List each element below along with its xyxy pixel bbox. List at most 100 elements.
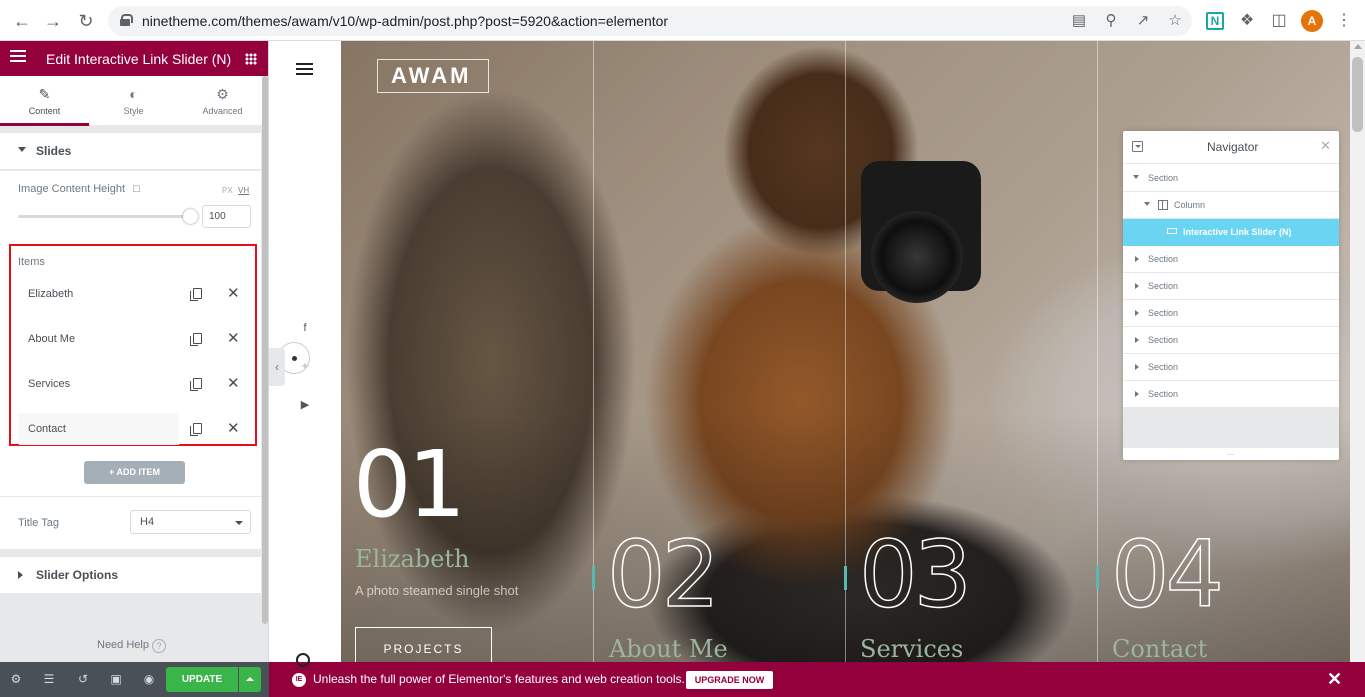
caret-right-icon[interactable] — [1135, 364, 1139, 370]
repeater-item[interactable]: Elizabeth ✕ — [19, 278, 249, 310]
bookmark-star-icon[interactable]: ☆ — [1166, 12, 1184, 30]
close-icon[interactable]: ✕ — [1327, 669, 1342, 690]
menu-icon[interactable]: ⋮ — [1333, 10, 1355, 32]
upgrade-now-button[interactable]: UPGRADE NOW — [686, 671, 773, 689]
slider-options-toggle[interactable]: Slider Options — [0, 557, 261, 593]
back-icon[interactable]: ← — [11, 10, 33, 32]
caret-right-icon[interactable] — [1135, 256, 1139, 262]
repeater-item-title[interactable]: Elizabeth — [28, 288, 73, 300]
unit-vh[interactable]: VH — [238, 186, 249, 195]
navigator-item-label: Section — [1148, 254, 1179, 264]
zoom-icon[interactable]: ⚲ — [1102, 12, 1120, 30]
navigator-item-section[interactable]: Section — [1123, 327, 1339, 354]
navigator-item-section[interactable]: Section — [1123, 246, 1339, 273]
navigator-item-column[interactable]: Column — [1123, 192, 1339, 219]
panel-scroll-thumb[interactable] — [262, 76, 268, 624]
caret-right-icon[interactable] — [1135, 391, 1139, 397]
caret-down-icon[interactable] — [1144, 202, 1150, 206]
panel-scrollbar[interactable] — [262, 76, 268, 662]
update-button[interactable]: UPDATE — [166, 667, 238, 692]
navigator-item-section[interactable]: Section — [1123, 300, 1339, 327]
projects-button[interactable]: PROJECTS — [355, 627, 492, 662]
url-text[interactable]: ninetheme.com/themes/awam/v10/wp-admin/p… — [142, 13, 668, 29]
sidepanel-icon[interactable]: ◫ — [1268, 10, 1290, 32]
history-icon[interactable]: ↺ — [75, 671, 91, 687]
hamburger-icon[interactable] — [10, 55, 26, 57]
remove-icon[interactable]: ✕ — [227, 374, 240, 392]
caret-right-icon[interactable] — [1135, 283, 1139, 289]
repeater-item[interactable]: Services ✕ — [19, 368, 249, 400]
duplicate-icon[interactable] — [190, 333, 202, 346]
remove-icon[interactable]: ✕ — [227, 419, 240, 437]
site-logo[interactable]: AWAM — [391, 63, 471, 89]
remove-icon[interactable]: ✕ — [227, 329, 240, 347]
widgets-grid-icon[interactable] — [245, 53, 257, 65]
close-icon[interactable]: ✕ — [1320, 138, 1331, 154]
extensions-icon[interactable]: ❖ — [1236, 10, 1258, 32]
caret-down-icon — [18, 147, 26, 152]
layers-icon[interactable]: ☰ — [41, 671, 57, 687]
unit-px[interactable]: PX — [222, 186, 233, 195]
navigator-header[interactable]: Navigator ✕ — [1123, 131, 1339, 164]
preview-eye-icon[interactable]: ◉ — [141, 671, 157, 687]
facebook-icon[interactable]: f — [299, 322, 311, 334]
duplicate-icon[interactable] — [190, 423, 202, 436]
reload-icon[interactable]: ↻ — [75, 10, 97, 32]
youtube-icon[interactable]: ▶ — [299, 398, 311, 411]
navigator-item-section[interactable]: Section — [1123, 381, 1339, 408]
profile-avatar[interactable]: A — [1301, 10, 1323, 32]
tab-advanced[interactable]: ⚙ Advanced — [178, 76, 267, 126]
lock-icon[interactable] — [120, 14, 133, 26]
need-help-link[interactable]: Need Help — [97, 639, 149, 651]
settings-icon[interactable]: ⚙ — [8, 671, 24, 687]
duplicate-icon[interactable] — [190, 288, 202, 301]
navigator-item-section[interactable]: Section — [1123, 273, 1339, 300]
responsive-icon[interactable]: ▣ — [108, 671, 124, 687]
image-height-label: Image Content Height — [18, 183, 126, 195]
forward-icon[interactable]: → — [42, 10, 64, 32]
slider-options-label: Slider Options — [36, 568, 119, 582]
extension-n-icon[interactable]: N — [1206, 12, 1224, 30]
scroll-up-icon[interactable] — [1354, 44, 1362, 49]
update-options-button[interactable] — [239, 667, 261, 692]
tab-advanced-label: Advanced — [202, 106, 243, 116]
address-bar[interactable]: ninetheme.com/themes/awam/v10/wp-admin/p… — [108, 6, 1192, 36]
repeater-item[interactable]: Contact ✕ — [19, 413, 249, 445]
title-tag-select[interactable]: H4 — [130, 510, 251, 534]
slide-title[interactable]: Contact — [1112, 635, 1207, 662]
repeater-item[interactable]: About Me ✕ — [19, 323, 249, 355]
page-scrollbar[interactable] — [1350, 41, 1365, 662]
remove-icon[interactable]: ✕ — [227, 284, 240, 302]
resize-handle[interactable]: ... — [1227, 447, 1235, 457]
repeater-item-title[interactable]: Services — [28, 378, 70, 390]
height-slider-track[interactable] — [18, 215, 190, 218]
tab-content[interactable]: ✎ Content — [0, 76, 89, 126]
help-icon[interactable]: ? — [152, 639, 166, 653]
site-menu-icon[interactable] — [296, 68, 313, 70]
navigator-item-section[interactable]: Section — [1123, 165, 1339, 192]
repeater-item-title[interactable]: About Me — [28, 333, 75, 345]
collapse-panel-button[interactable]: ‹ — [269, 348, 285, 386]
tab-style[interactable]: ◐ Style — [89, 76, 178, 126]
navigator-item-widget[interactable]: Interactive Link Slider (N) — [1123, 219, 1339, 246]
slide-accent-bar — [844, 566, 847, 590]
height-slider-handle[interactable] — [183, 209, 198, 224]
duplicate-icon[interactable] — [190, 378, 202, 391]
page-scroll-thumb[interactable] — [1352, 57, 1363, 132]
share-icon[interactable]: ↗ — [1134, 12, 1152, 30]
caret-right-icon[interactable] — [1135, 310, 1139, 316]
height-number-input[interactable]: 100 — [202, 205, 251, 228]
slide-title[interactable]: About Me — [609, 635, 728, 662]
slide-title[interactable]: Services — [860, 635, 963, 662]
translate-icon[interactable]: ▤ — [1070, 12, 1088, 30]
add-item-button[interactable]: + ADD ITEM — [84, 461, 185, 484]
collapse-all-icon[interactable] — [1132, 141, 1143, 152]
navigator-item-section[interactable]: Section — [1123, 354, 1339, 381]
repeater-item-title[interactable]: Contact — [28, 423, 66, 435]
caret-down-icon[interactable] — [1133, 175, 1139, 179]
slides-section-toggle[interactable]: Slides — [0, 133, 261, 169]
responsive-desktop-icon[interactable]: □ — [133, 183, 140, 195]
promo-banner: IE Unleash the full power of Elementor's… — [269, 662, 1365, 697]
caret-right-icon[interactable] — [1135, 337, 1139, 343]
slide-title[interactable]: Elizabeth — [355, 545, 470, 573]
